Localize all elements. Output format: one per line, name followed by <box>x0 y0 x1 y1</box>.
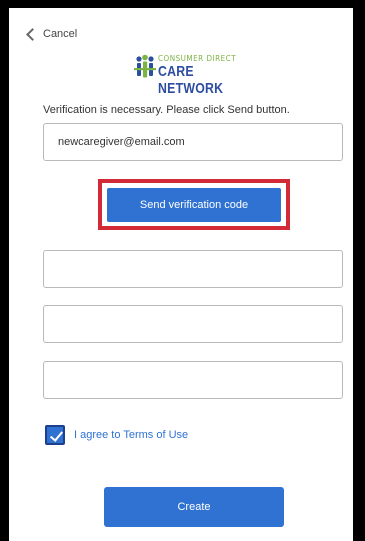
brand-logo: CONSUMER DIRECT CARE NETWORK <box>134 50 254 97</box>
verification-instruction: Verification is necessary. Please click … <box>43 104 290 116</box>
checkmark-icon <box>49 428 64 442</box>
cancel-link[interactable]: Cancel <box>26 26 77 42</box>
logo-text-main: CARE NETWORK <box>158 63 224 97</box>
window-frame-left <box>0 0 9 541</box>
window-frame-top <box>0 0 365 8</box>
input-field-3[interactable] <box>43 361 343 399</box>
terms-checkbox[interactable] <box>45 425 65 445</box>
send-verification-code-button[interactable]: Send verification code <box>107 188 281 222</box>
input-field-1[interactable] <box>43 250 343 288</box>
create-button[interactable]: Create <box>104 487 284 527</box>
cancel-label: Cancel <box>43 28 78 40</box>
email-field[interactable] <box>43 123 343 161</box>
chevron-left-icon <box>26 27 39 41</box>
window-frame-right <box>353 0 365 541</box>
terms-of-use-link[interactable]: I agree to Terms of Use <box>74 429 188 441</box>
logo-text-top: CONSUMER DIRECT <box>158 54 237 63</box>
input-field-2[interactable] <box>43 305 343 343</box>
people-logo-icon <box>134 54 156 78</box>
terms-row: I agree to Terms of Use <box>45 423 188 447</box>
